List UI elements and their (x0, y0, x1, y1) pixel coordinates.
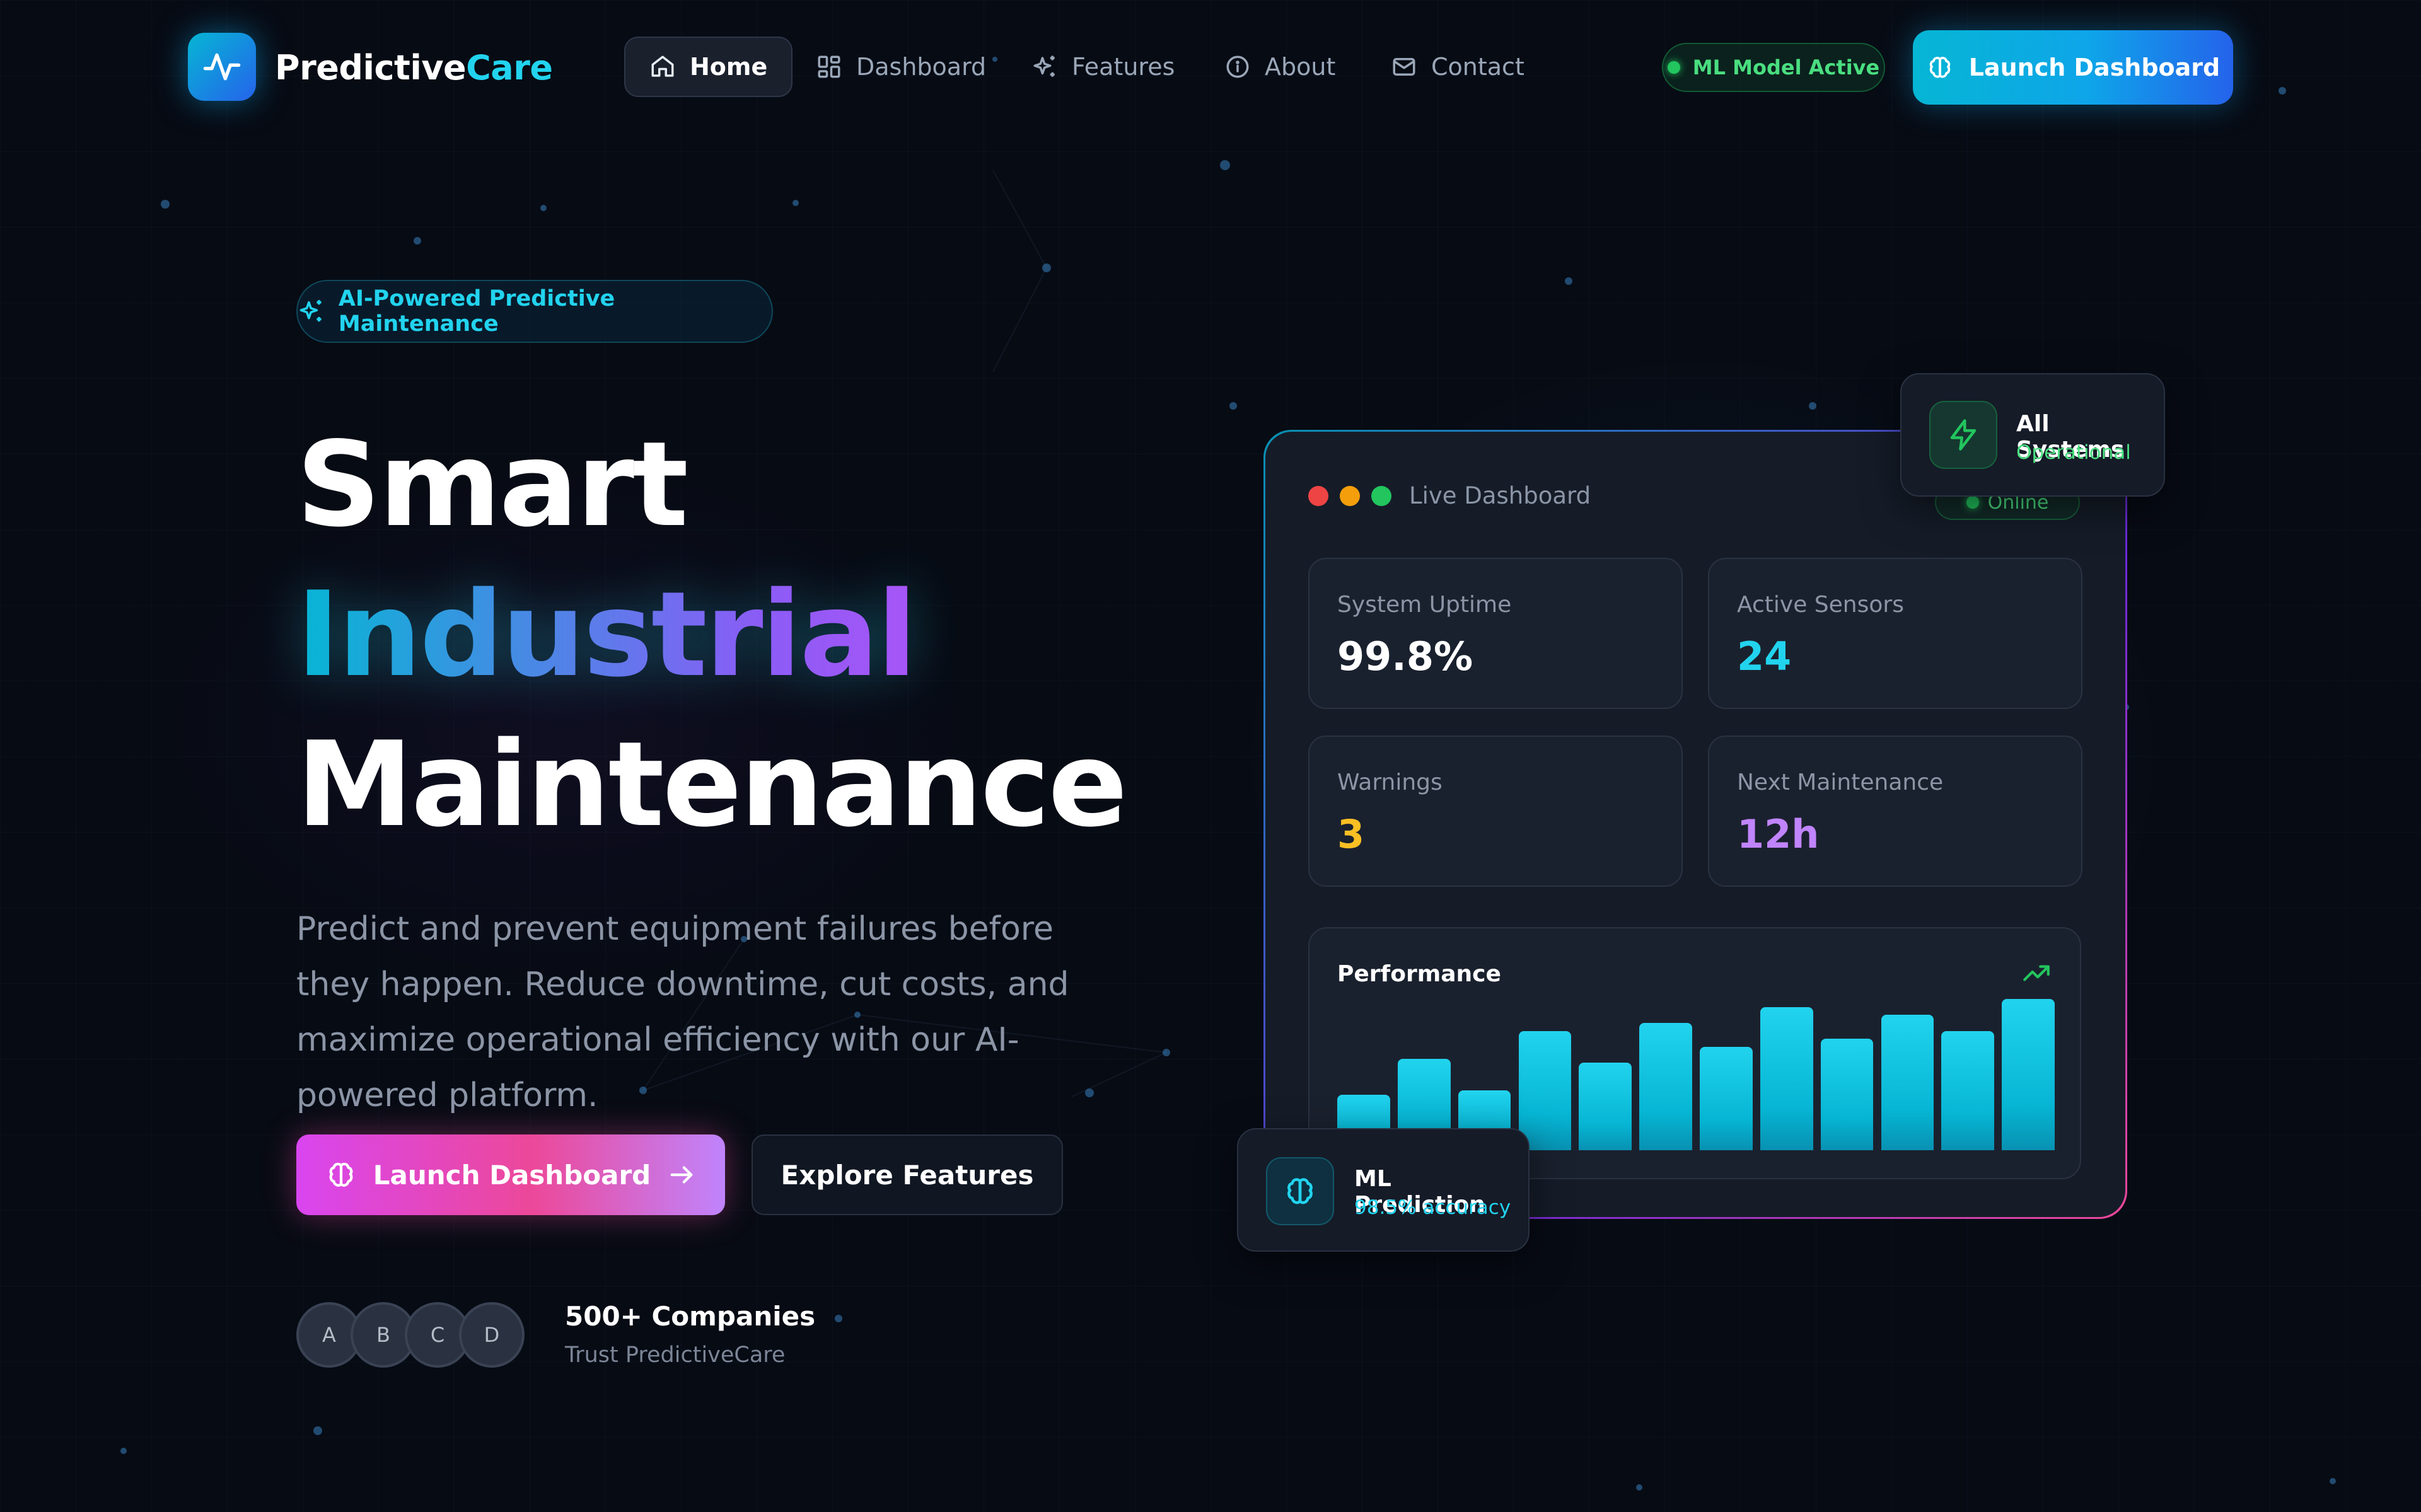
landing-page: PredictiveCare Home Dashboard Features A… (0, 0, 2421, 1512)
status-dot-icon (1667, 61, 1680, 74)
avatar: D (459, 1302, 525, 1368)
nav-launch-dashboard-button[interactable]: Launch Dashboard (1913, 30, 2233, 105)
arrow-right-icon (670, 1166, 693, 1184)
trending-up-icon (2023, 965, 2050, 981)
nav-item-contact[interactable]: Contact (1367, 37, 1548, 97)
performance-bar-chart (1337, 999, 2055, 1150)
brand-name[interactable]: PredictiveCare (275, 48, 553, 88)
hero-launch-dashboard-button[interactable]: Launch Dashboard (296, 1134, 725, 1215)
nav-launch-dashboard-label: Launch Dashboard (1968, 54, 2221, 81)
stat-card-next-maintenance: Next Maintenance 12h (1708, 736, 2082, 887)
stat-label: Next Maintenance (1737, 770, 1944, 795)
stat-value: 12h (1737, 811, 1820, 857)
window-close-dot (1308, 486, 1328, 506)
brain-icon (1929, 57, 1950, 78)
stat-card-uptime: System Uptime 99.8% (1308, 558, 1683, 709)
window-maximize-dot (1371, 486, 1391, 506)
stat-value: 24 (1737, 633, 1792, 679)
brain-icon (1287, 1178, 1313, 1204)
hero-description: Predict and prevent equipment failures b… (296, 910, 1069, 1114)
ml-prediction-accuracy: 98.5% accuracy (1354, 1196, 1511, 1219)
performance-bar (1579, 1063, 1632, 1150)
ml-model-status-badge: ML Model Active (1662, 43, 1885, 92)
nav-item-label: Home (690, 53, 768, 81)
performance-bar (1700, 1046, 1753, 1150)
explore-features-label: Explore Features (781, 1159, 1034, 1191)
home-icon (651, 55, 674, 77)
stat-card-warnings: Warnings 3 (1308, 736, 1683, 887)
stat-label: System Uptime (1337, 592, 1512, 618)
performance-title: Performance (1337, 961, 1501, 987)
window-minimize-dot (1340, 486, 1360, 506)
stat-value: 99.8% (1337, 633, 1473, 679)
trust-caption: Trust PredictiveCare (565, 1342, 786, 1368)
stat-card-sensors: Active Sensors 24 (1708, 558, 2082, 709)
hero-badge: AI-Powered Predictive Maintenance (296, 280, 773, 343)
brand-name-part1: Predictive (275, 48, 467, 88)
stat-label: Active Sensors (1737, 592, 1904, 618)
nav-item-label: Features (1072, 53, 1175, 81)
brain-icon (329, 1162, 353, 1187)
companies-count: 500+ Companies (565, 1301, 816, 1332)
live-dashboard-body: Live Dashboard Online System Uptime 99.8… (1265, 432, 2125, 1217)
performance-bar (1760, 1007, 1813, 1150)
performance-bar (1518, 1030, 1572, 1150)
performance-bar (2002, 999, 2055, 1150)
nav-item-dashboard[interactable]: Dashboard (792, 37, 1010, 97)
hero-title-line1: Smart (296, 416, 688, 553)
performance-bar (1941, 1030, 1995, 1150)
zap-icon-container (1929, 401, 1997, 469)
stat-label: Warnings (1337, 770, 1443, 795)
performance-bar (1639, 1022, 1692, 1150)
nav-item-features[interactable]: Features (1007, 37, 1199, 97)
stat-value: 3 (1337, 811, 1365, 857)
activity-pulse-icon (203, 53, 241, 81)
all-systems-subtitle: Operational (2016, 441, 2131, 464)
info-icon (1226, 55, 1249, 78)
brain-icon-container (1266, 1157, 1334, 1225)
logo[interactable] (188, 33, 256, 101)
hero-badge-label: AI-Powered Predictive Maintenance (338, 286, 615, 337)
nav-item-label: Dashboard (856, 53, 987, 81)
zap-icon (1950, 419, 1977, 451)
explore-features-button[interactable]: Explore Features (752, 1134, 1063, 1215)
ml-prediction-card: ML Prediction 98.5% accuracy (1237, 1128, 1530, 1252)
grid-icon (818, 55, 840, 78)
dashboard-title: Live Dashboard (1409, 482, 1591, 509)
live-dashboard-card: Live Dashboard Online System Uptime 99.8… (1263, 430, 2127, 1219)
sparkles-icon (1033, 55, 1055, 77)
nav-item-label: About (1265, 53, 1336, 81)
nav-item-home[interactable]: Home (624, 37, 793, 97)
all-systems-card: All Systems Operational (1900, 373, 2165, 497)
mail-icon (1393, 58, 1415, 76)
top-navigation: PredictiveCare Home Dashboard Features A… (0, 0, 2421, 139)
performance-bar (1881, 1015, 1934, 1150)
nav-item-label: Contact (1431, 53, 1524, 81)
performance-bar (1820, 1039, 1874, 1150)
sparkles-icon (299, 300, 322, 322)
hero-title-line2: Industrial (296, 566, 917, 703)
brand-name-part2: Care (466, 48, 553, 88)
hero-launch-dashboard-label: Launch Dashboard (373, 1159, 651, 1191)
hero-title-line3: Maintenance (296, 716, 1128, 853)
nav-item-about[interactable]: About (1200, 37, 1359, 97)
ml-model-status-label: ML Model Active (1692, 55, 1880, 79)
status-dot-icon (1966, 496, 1979, 509)
